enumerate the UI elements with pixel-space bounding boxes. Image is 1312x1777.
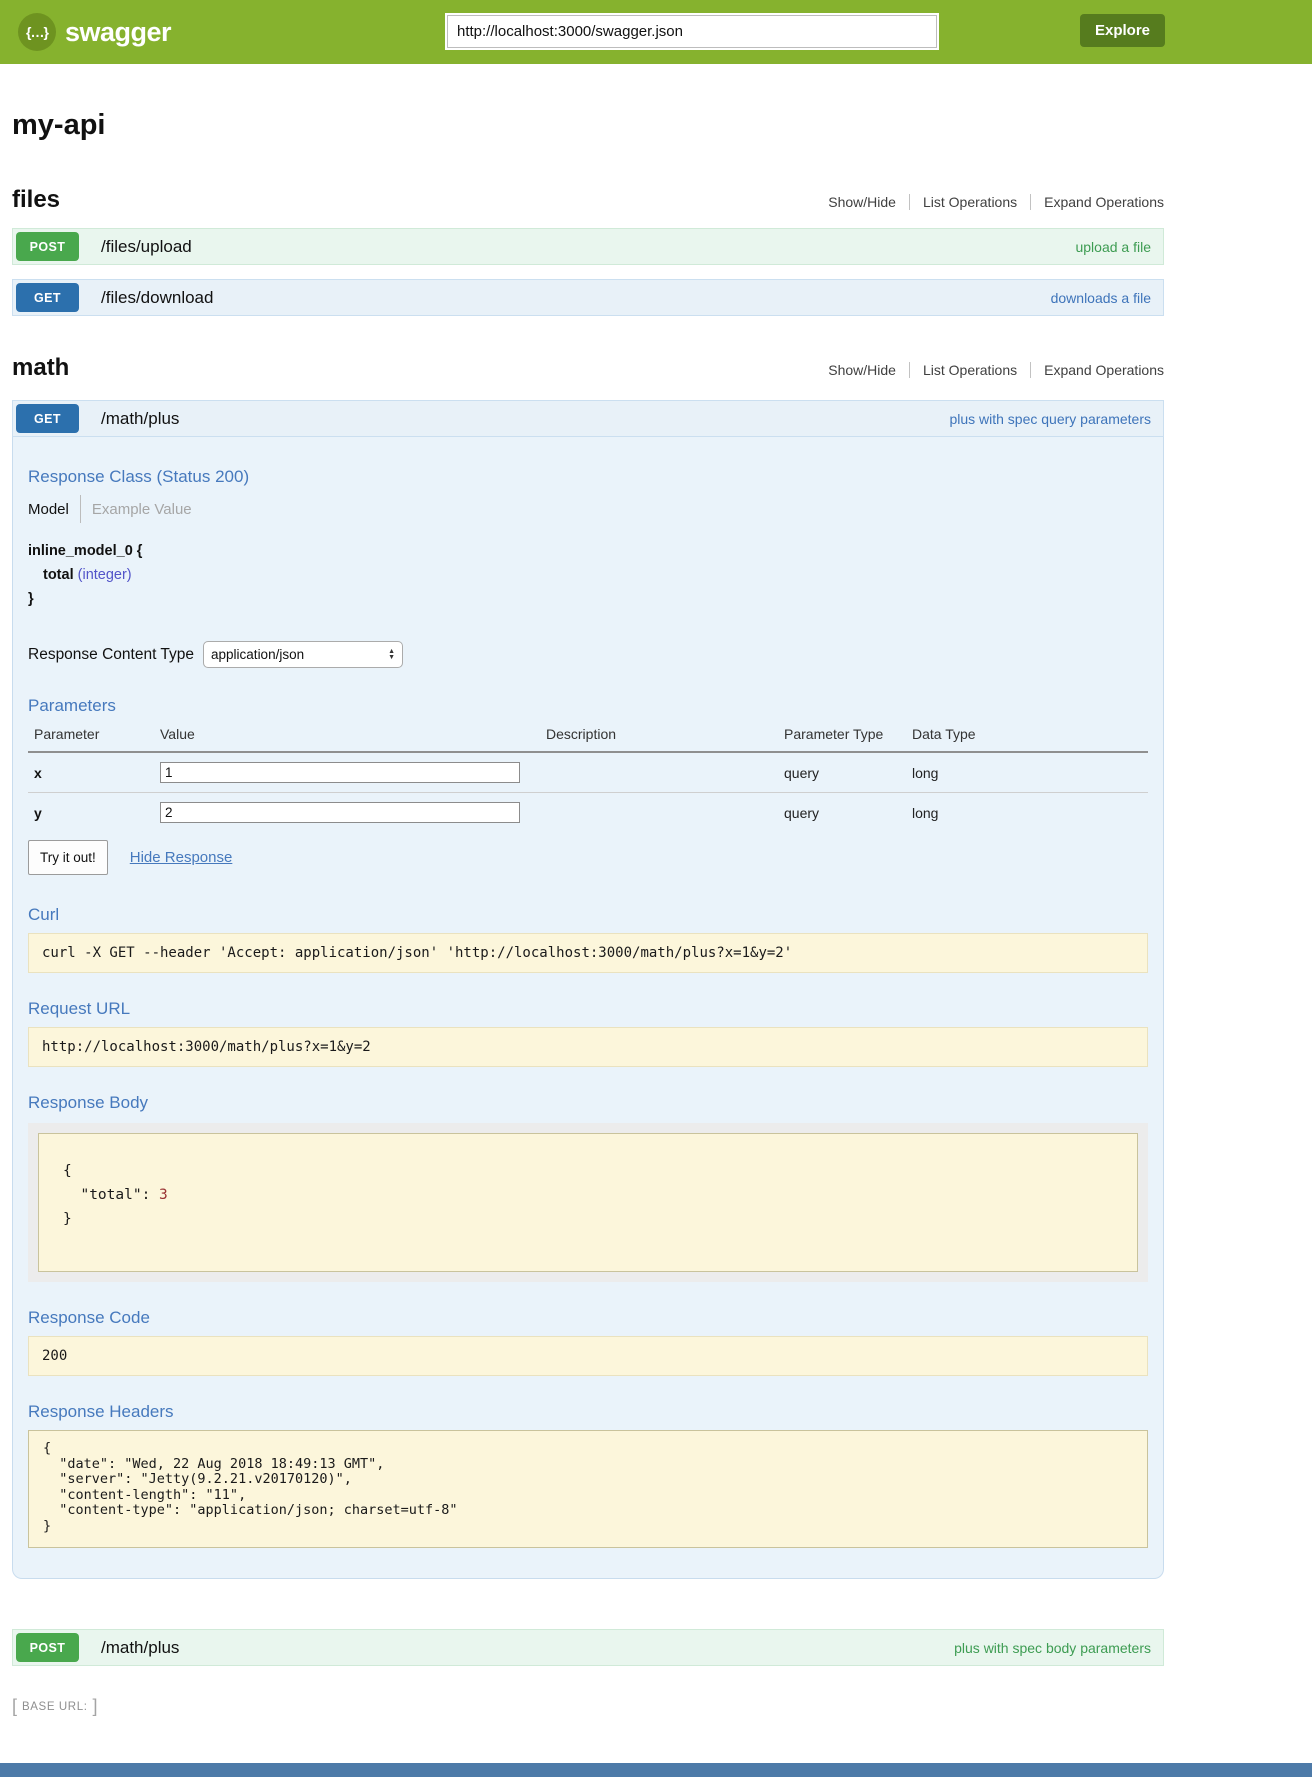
curl-command: curl -X GET --header 'Accept: applicatio…	[28, 933, 1148, 973]
math-section-header: math Show/Hide List Operations Expand Op…	[12, 354, 1164, 382]
operation-summary: downloads a file	[1051, 290, 1151, 306]
brand-title: swagger	[65, 17, 171, 48]
request-url-value: http://localhost:3000/math/plus?x=1&y=2	[28, 1027, 1148, 1067]
model-property-name: total	[43, 567, 74, 583]
parameter-description	[540, 793, 778, 833]
parameter-x-input[interactable]	[160, 762, 520, 783]
response-class-heading: Response Class (Status 200)	[28, 467, 1148, 487]
spec-url-input[interactable]	[447, 15, 937, 48]
get-method-badge: GET	[16, 404, 79, 433]
model-open: inline_model_0 {	[28, 539, 1148, 563]
col-parameter: Parameter	[28, 720, 154, 752]
response-headers-heading: Response Headers	[28, 1402, 1148, 1422]
bottom-bar	[0, 1763, 1312, 1777]
operation-path-link[interactable]: /files/download	[101, 288, 213, 308]
swagger-logo-link[interactable]: {…} swagger	[18, 13, 171, 51]
post-method-badge: POST	[16, 1633, 79, 1662]
response-headers-json: { "date": "Wed, 22 Aug 2018 18:49:13 GMT…	[28, 1430, 1148, 1548]
parameter-y-input[interactable]	[160, 802, 520, 823]
model-signature: inline_model_0 { total (integer) }	[28, 539, 1148, 611]
col-parameter-type: Parameter Type	[778, 720, 906, 752]
expand-operations-link[interactable]: Expand Operations	[1031, 194, 1164, 210]
model-property-type: (integer)	[78, 567, 132, 583]
base-url-footer: [ BASE URL:]	[12, 1696, 1312, 1717]
response-body-json: { "total": 3 }	[38, 1133, 1138, 1272]
up-down-arrows-icon: ▲ ▼	[388, 649, 395, 661]
open-bracket: [	[12, 1696, 17, 1716]
operation-path-link[interactable]: /files/upload	[101, 237, 192, 257]
page-title: my-api	[12, 109, 1164, 142]
response-content-type-row: Response Content Type application/json ▲…	[28, 641, 1148, 668]
operation-summary: upload a file	[1075, 239, 1151, 255]
parameter-type: query	[778, 793, 906, 833]
col-description: Description	[540, 720, 778, 752]
selected-content-type: application/json	[211, 647, 304, 662]
parameters-header-row: Parameter Value Description Parameter Ty…	[28, 720, 1148, 752]
actions-row: Try it out! Hide Response	[28, 840, 1148, 875]
files-section-header: files Show/Hide List Operations Expand O…	[12, 186, 1164, 214]
operation-summary: plus with spec query parameters	[949, 411, 1151, 427]
get-method-badge: GET	[16, 283, 79, 312]
try-it-out-button[interactable]: Try it out!	[28, 840, 108, 875]
curl-heading: Curl	[28, 905, 1148, 925]
tab-example-value[interactable]: Example Value	[81, 501, 192, 518]
parameters-heading: Parameters	[28, 696, 1148, 716]
post-method-badge: POST	[16, 232, 79, 261]
model-close: }	[28, 587, 1148, 611]
operation-row-post-math-plus[interactable]: POST /math/plus plus with spec body para…	[12, 1629, 1164, 1666]
base-url-label: BASE URL:	[22, 1701, 87, 1713]
main-content: my-api files Show/Hide List Operations E…	[12, 109, 1164, 1666]
response-content-type-select[interactable]: application/json ▲ ▼	[203, 641, 403, 668]
col-value: Value	[154, 720, 540, 752]
hide-response-link[interactable]: Hide Response	[130, 849, 233, 866]
parameter-data-type: long	[906, 752, 1148, 793]
parameter-data-type: long	[906, 793, 1148, 833]
parameter-name: x	[28, 752, 154, 793]
operation-row-get-files-download[interactable]: GET /files/download downloads a file	[12, 279, 1164, 316]
response-code-value: 200	[28, 1336, 1148, 1376]
math-section-title: math	[12, 354, 69, 382]
parameters-table: Parameter Value Description Parameter Ty…	[28, 720, 1148, 832]
operation-path-link[interactable]: /math/plus	[101, 409, 179, 429]
operation-detail-panel: Response Class (Status 200) Model Exampl…	[12, 437, 1164, 1579]
response-body-number: 3	[159, 1187, 168, 1203]
show-hide-link[interactable]: Show/Hide	[815, 194, 909, 210]
response-code-heading: Response Code	[28, 1308, 1148, 1328]
parameter-row-x: x query long	[28, 752, 1148, 793]
files-section-controls: Show/Hide List Operations Expand Operati…	[815, 194, 1164, 210]
expand-operations-link[interactable]: Expand Operations	[1031, 362, 1164, 378]
explore-button[interactable]: Explore	[1080, 14, 1165, 47]
operation-path-link[interactable]: /math/plus	[101, 1638, 179, 1658]
model-tabs: Model Example Value	[28, 495, 1148, 523]
list-operations-link[interactable]: List Operations	[910, 194, 1030, 210]
files-section-title: files	[12, 186, 60, 214]
col-data-type: Data Type	[906, 720, 1148, 752]
operation-row-get-math-plus[interactable]: GET /math/plus plus with spec query para…	[12, 400, 1164, 437]
close-bracket: ]	[93, 1696, 98, 1716]
operation-summary: plus with spec body parameters	[954, 1640, 1151, 1656]
response-content-type-label: Response Content Type	[28, 646, 194, 664]
parameter-type: query	[778, 752, 906, 793]
response-body-wrapper: { "total": 3 }	[28, 1123, 1148, 1282]
curly-braces-icon: {…}	[18, 13, 56, 51]
list-operations-link[interactable]: List Operations	[910, 362, 1030, 378]
parameter-row-y: y query long	[28, 793, 1148, 833]
header-bar: {…} swagger Explore	[0, 0, 1312, 64]
parameter-description	[540, 752, 778, 793]
parameter-name: y	[28, 793, 154, 833]
response-body-heading: Response Body	[28, 1093, 1148, 1113]
tab-model[interactable]: Model	[28, 501, 80, 518]
request-url-heading: Request URL	[28, 999, 1148, 1019]
show-hide-link[interactable]: Show/Hide	[815, 362, 909, 378]
math-section-controls: Show/Hide List Operations Expand Operati…	[815, 362, 1164, 378]
operation-row-post-files-upload[interactable]: POST /files/upload upload a file	[12, 228, 1164, 265]
